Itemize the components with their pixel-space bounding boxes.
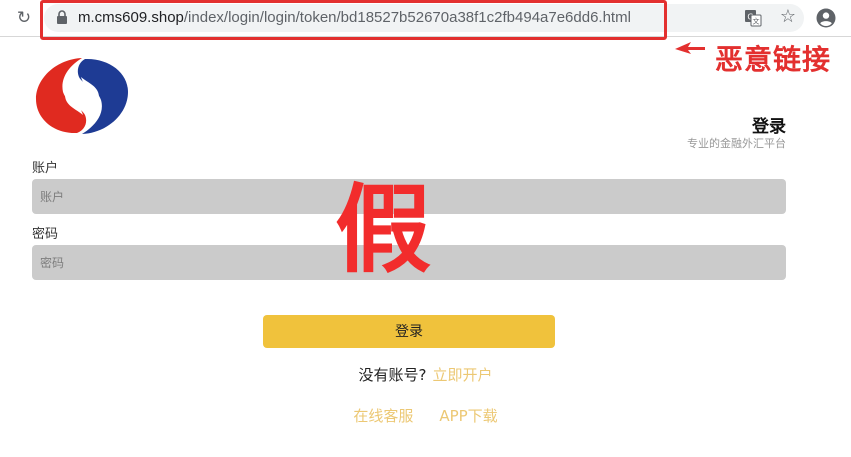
signup-link[interactable]: 立即开户 bbox=[432, 366, 492, 384]
account-label: 账户 bbox=[32, 161, 59, 176]
svg-text:文: 文 bbox=[753, 17, 760, 26]
no-account-text: 没有账号? bbox=[358, 366, 427, 384]
url-highlight-box bbox=[40, 0, 667, 40]
brand-logo bbox=[36, 57, 128, 135]
page-subtitle: 专业的金融外汇平台 bbox=[687, 137, 786, 150]
customer-service-link[interactable]: 在线客服 bbox=[353, 407, 413, 425]
password-label: 密码 bbox=[32, 227, 59, 242]
arrow-icon bbox=[675, 42, 705, 54]
translate-icon[interactable]: G 文 bbox=[744, 9, 762, 27]
malicious-link-annotation: 恶意链接 bbox=[715, 43, 832, 76]
reload-icon[interactable]: ↻ bbox=[14, 8, 34, 28]
app-download-link[interactable]: APP下载 bbox=[439, 407, 497, 425]
profile-icon[interactable] bbox=[816, 8, 836, 28]
login-button[interactable]: 登录 bbox=[263, 315, 555, 348]
signup-prompt: 没有账号? 立即开户 bbox=[0, 364, 851, 386]
star-icon[interactable]: ☆ bbox=[778, 7, 798, 27]
footer-links: 在线客服 APP下载 bbox=[0, 405, 851, 427]
fake-watermark: 假 bbox=[335, 174, 431, 286]
page-title: 登录 bbox=[752, 117, 786, 137]
